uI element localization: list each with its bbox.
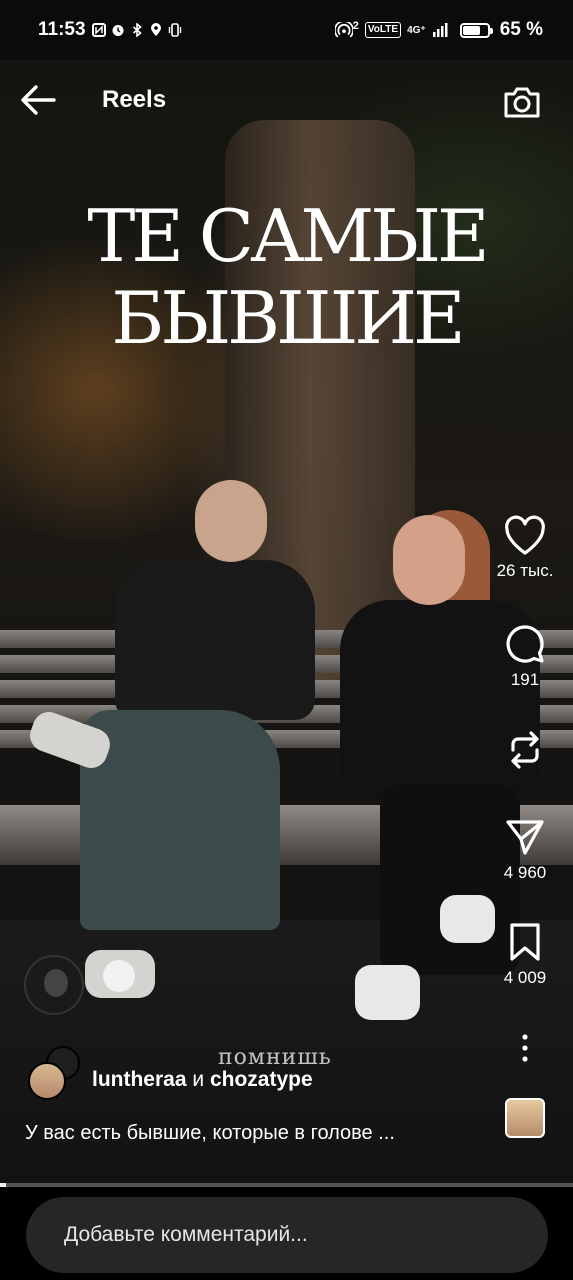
page-title: Reels [102, 86, 167, 113]
like-action[interactable]: 26 тыс. [485, 515, 565, 581]
save-action[interactable]: 4 009 [485, 920, 565, 988]
arrow-left-icon[interactable] [16, 82, 60, 118]
overlay-line-2: БЫВШИЕ [111, 276, 465, 360]
comment-count: 191 [510, 670, 540, 689]
post-authors[interactable]: luntheraa и chozatype [28, 1046, 313, 1100]
author-2[interactable]: chozatype [210, 1068, 313, 1091]
like-count: 26 тыс. [496, 561, 554, 580]
author-avatars[interactable] [28, 1046, 80, 1100]
hotspot-icon [334, 22, 353, 38]
location-icon [150, 23, 161, 36]
audio-thumbnail[interactable] [505, 1098, 545, 1138]
sticker-bubble [103, 960, 135, 992]
conjunction: и [192, 1068, 205, 1091]
overlay-line-1: ТЕ САМЫЕ [87, 194, 489, 278]
camera-icon[interactable] [500, 82, 544, 122]
vibrate-icon [168, 23, 181, 37]
remix-action[interactable] [485, 728, 565, 772]
video-title-overlay: ТЕ САМЫЕ БЫВШИЕ [0, 195, 573, 359]
bluetooth-icon [132, 23, 142, 37]
volte-badge: VoLTE [364, 22, 402, 38]
heart-icon[interactable] [503, 515, 547, 557]
battery-icon [459, 22, 493, 38]
audio-avatar[interactable] [24, 955, 84, 1015]
author-1[interactable]: luntheraa [92, 1068, 187, 1091]
battery-percent: 65 % [499, 19, 543, 40]
bookmark-icon[interactable] [503, 920, 547, 964]
hotspot-badge: 2 [352, 20, 359, 32]
comment-bubble-icon[interactable] [503, 622, 547, 666]
nfc-icon [91, 23, 106, 37]
comment-input[interactable]: Добавьте комментарий... [26, 1197, 548, 1273]
repost-icon[interactable] [503, 728, 547, 772]
comment-placeholder: Добавьте комментарий... [64, 1223, 308, 1246]
comment-bar: Добавьте комментарий... [0, 1187, 573, 1280]
author-names[interactable]: luntheraa и chozatype [92, 1068, 313, 1092]
signal-icon [432, 23, 448, 37]
send-icon[interactable] [503, 815, 547, 859]
more-vertical-icon[interactable] [515, 1033, 535, 1063]
share-action[interactable]: 4 960 [485, 815, 565, 883]
save-count: 4 009 [503, 968, 547, 987]
more-options[interactable] [485, 1033, 565, 1063]
status-bar: 11:53 2 VoLTE 4G⁺ 65 % [0, 0, 573, 60]
reels-header: Reels [0, 68, 573, 132]
man-figure [25, 480, 315, 1000]
avatar[interactable] [28, 1062, 66, 1100]
clock: 11:53 [38, 19, 86, 40]
comment-action[interactable]: 191 [485, 622, 565, 690]
network-type: 4G⁺ [407, 24, 426, 36]
post-description[interactable]: У вас есть бывшие, которые в голове ... [25, 1122, 395, 1145]
share-count: 4 960 [503, 863, 547, 882]
alarm-icon [112, 25, 124, 36]
